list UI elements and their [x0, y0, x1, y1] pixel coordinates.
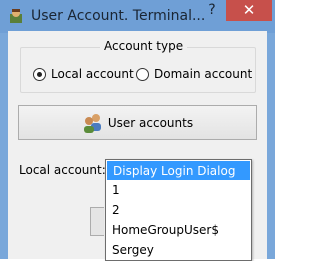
- account-type-group: Account type Local account Domain accoun…: [20, 39, 256, 93]
- domain-account-radio-label: Domain account: [154, 67, 253, 81]
- dropdown-option[interactable]: Sergey: [106, 240, 251, 260]
- app-icon: [10, 9, 22, 23]
- radio-unchecked-icon: [136, 67, 149, 81]
- window-title: User Account. Terminal...: [31, 8, 206, 24]
- dropdown-option[interactable]: 1: [106, 180, 251, 200]
- account-type-label: Account type: [100, 39, 188, 53]
- local-account-radio-label: Local account: [51, 67, 134, 81]
- local-account-dropdown-list[interactable]: Display Login Dialog 1 2 HomeGroupUser$ …: [105, 159, 252, 261]
- dropdown-option[interactable]: HomeGroupUser$: [106, 220, 251, 240]
- local-account-radio[interactable]: Local account: [33, 67, 134, 81]
- obscured-button[interactable]: [90, 207, 104, 236]
- local-account-label: Local account:: [19, 163, 106, 177]
- close-button[interactable]: ✕: [226, 0, 272, 21]
- dropdown-option[interactable]: 2: [106, 200, 251, 220]
- close-icon: ✕: [242, 1, 256, 19]
- dropdown-option-selected[interactable]: Display Login Dialog: [107, 161, 250, 180]
- help-button[interactable]: ?: [199, 0, 225, 21]
- radio-checked-icon: [33, 67, 46, 81]
- user-accounts-button[interactable]: User accounts: [18, 105, 257, 140]
- dialog-body: Account type Local account Domain accoun…: [8, 31, 267, 261]
- title-bar[interactable]: User Account. Terminal... ? ✕: [0, 0, 275, 33]
- window: User Account. Terminal... ? ✕ Account ty…: [0, 0, 275, 261]
- domain-account-radio[interactable]: Domain account: [136, 67, 252, 81]
- user-accounts-button-label: User accounts: [107, 115, 194, 130]
- users-icon: [83, 113, 101, 133]
